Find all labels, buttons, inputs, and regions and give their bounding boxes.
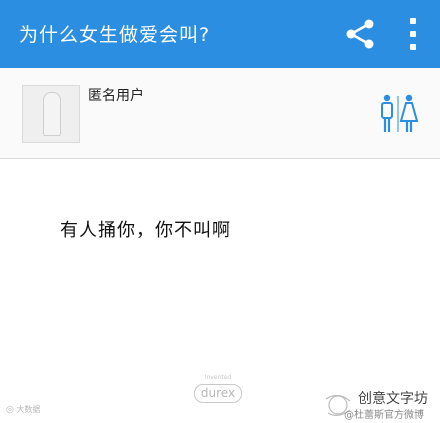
- app-bar: 为什么女生做爱会叫?: [0, 0, 440, 68]
- left-watermark-text: 大数据: [16, 405, 41, 414]
- avatar[interactable]: [22, 85, 80, 143]
- share-icon: [346, 19, 374, 49]
- brand-tagline: Invented: [204, 374, 232, 381]
- right-watermark: 创意文字坊 @杜蕾斯官方微博: [318, 388, 438, 422]
- right-watermark-handle: @杜蕾斯官方微博: [344, 410, 424, 421]
- condom-placeholder-icon: [43, 92, 61, 136]
- page-title: 为什么女生做爱会叫?: [19, 24, 211, 46]
- share-button[interactable]: [343, 17, 377, 51]
- restroom-icon: [381, 94, 419, 132]
- username[interactable]: 匿名用户: [88, 85, 144, 105]
- right-watermark-title: 创意文字坊: [358, 391, 428, 407]
- left-watermark: ◎ 大数据: [6, 404, 40, 415]
- weibo-icon: ◎: [6, 405, 14, 415]
- brand-watermark: Invented durex: [188, 374, 248, 410]
- post-content: 有人捅你，你不叫啊: [60, 220, 231, 241]
- more-options-button[interactable]: [398, 14, 428, 54]
- post-header: 匿名用户: [0, 68, 440, 159]
- durex-logo: durex: [193, 384, 243, 403]
